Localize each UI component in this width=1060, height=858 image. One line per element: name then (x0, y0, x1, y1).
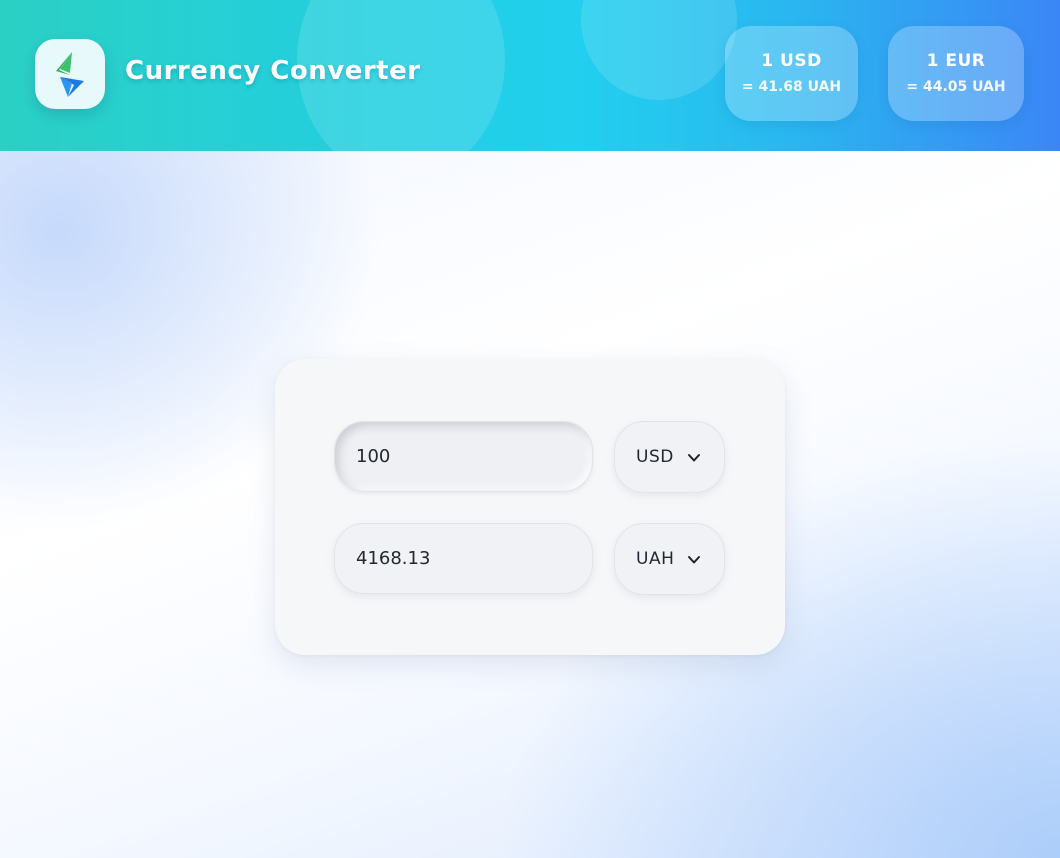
exchange-arrows-icon (56, 52, 84, 97)
to-currency-label: UAH (636, 549, 675, 569)
rate-value: = 41.68 UAH (741, 79, 842, 95)
to-amount-input[interactable]: 4168.13 (334, 523, 593, 594)
decorative-bubble (581, 0, 737, 100)
rate-value: = 44.05 UAH (906, 79, 1006, 95)
rate-card-eur: 1 EUR = 44.05 UAH (888, 26, 1024, 121)
rate-currency: 1 USD (761, 51, 822, 71)
app-title: Currency Converter (125, 56, 421, 86)
app-header: Currency Converter 1 USD = 41.68 UAH 1 E… (0, 0, 1060, 151)
converter-panel: 100 USD 4168.13 UAH (275, 359, 785, 655)
from-currency-label: USD (636, 447, 674, 467)
rate-currency: 1 EUR (926, 51, 986, 71)
app-logo (35, 39, 105, 109)
to-currency-select[interactable]: UAH (614, 523, 725, 595)
from-currency-select[interactable]: USD (614, 421, 725, 493)
from-amount-input[interactable]: 100 (334, 421, 593, 492)
chevron-down-icon (688, 454, 700, 462)
chevron-down-icon (688, 556, 700, 564)
rate-card-usd: 1 USD = 41.68 UAH (725, 26, 858, 121)
